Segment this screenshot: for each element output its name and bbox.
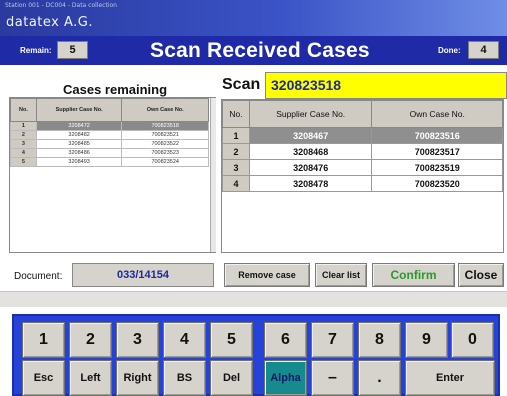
cases-remaining-panel[interactable]: No. Supplier Case No. Own Case No. 1 320… (9, 97, 216, 253)
own-case-no: 700823519 (371, 159, 503, 176)
remove-case-button[interactable]: Remove case (224, 263, 310, 287)
own-case-no: 700823516 (371, 127, 503, 144)
document-number-field: 033/14154 (72, 263, 214, 287)
own-case-no: 700823522 (121, 139, 209, 149)
enter-key[interactable]: Enter (405, 360, 495, 396)
title-bar: Station 001 - DC004 - Data collection da… (0, 0, 507, 36)
row-number: 2 (10, 130, 37, 140)
table-row[interactable]: 3 3208476 700823519 (222, 159, 503, 176)
row-number: 3 (10, 139, 37, 149)
own-case-no: 700823524 (121, 157, 209, 167)
table-header-row: No. Supplier Case No. Own Case No. (222, 100, 503, 128)
received-cases-table: No. Supplier Case No. Own Case No. 1 320… (222, 100, 503, 192)
cases-remaining-table: No. Supplier Case No. Own Case No. 1 320… (10, 98, 209, 167)
supplier-case-no: 3208478 (248, 175, 373, 192)
backspace-key[interactable]: BS (163, 360, 206, 396)
column-header-supplier: Supplier Case No. (35, 98, 123, 122)
clear-list-button[interactable]: Clear list (315, 263, 367, 287)
remain-count: 5 (57, 41, 88, 59)
column-header-own: Own Case No. (371, 100, 503, 128)
status-strip (0, 291, 507, 307)
cases-remaining-title: Cases remaining (63, 82, 168, 97)
confirm-button[interactable]: Confirm (372, 263, 455, 287)
done-label: Done: (438, 46, 461, 55)
on-screen-keypad: 1 2 3 4 5 6 7 8 9 0 Esc Left Right BS De… (12, 314, 500, 396)
own-case-no: 700823521 (121, 130, 209, 140)
supplier-case-no: 3208472 (35, 121, 123, 131)
table-row[interactable]: 1 3208472 700823518 (10, 121, 209, 131)
document-label: Document: (14, 271, 63, 282)
key-8[interactable]: 8 (358, 322, 401, 358)
key-9[interactable]: 9 (405, 322, 448, 358)
right-key[interactable]: Right (116, 360, 159, 396)
column-header-supplier: Supplier Case No. (248, 100, 373, 128)
minus-key[interactable]: – (311, 360, 354, 396)
company-name: datatex A.G. (6, 15, 93, 30)
row-number: 1 (10, 121, 37, 131)
own-case-no: 700823518 (121, 121, 209, 131)
row-number: 1 (222, 127, 250, 144)
received-cases-panel[interactable]: No. Supplier Case No. Own Case No. 1 320… (221, 99, 504, 253)
key-5[interactable]: 5 (210, 322, 253, 358)
column-header-own: Own Case No. (121, 98, 209, 122)
table-header-row: No. Supplier Case No. Own Case No. (10, 98, 209, 122)
left-table-scrollbar[interactable] (210, 98, 216, 252)
supplier-case-no: 3208467 (248, 127, 373, 144)
supplier-case-no: 3208485 (35, 139, 123, 149)
supplier-case-no: 3208493 (35, 157, 123, 167)
table-row[interactable]: 1 3208467 700823516 (222, 127, 503, 144)
key-3[interactable]: 3 (116, 322, 159, 358)
page-title: Scan Received Cases (150, 39, 370, 62)
left-key[interactable]: Left (69, 360, 112, 396)
supplier-case-no: 3208468 (248, 143, 373, 160)
key-6[interactable]: 6 (264, 322, 307, 358)
remain-label: Remain: (20, 46, 52, 55)
key-2[interactable]: 2 (69, 322, 112, 358)
supplier-case-no: 3208476 (248, 159, 373, 176)
esc-key[interactable]: Esc (22, 360, 65, 396)
supplier-case-no: 3208486 (35, 148, 123, 158)
row-number: 5 (10, 157, 37, 167)
row-number: 4 (10, 148, 37, 158)
period-key[interactable]: . (358, 360, 401, 396)
alpha-key[interactable]: Alpha (264, 360, 307, 396)
scan-input[interactable]: 320823518 (265, 72, 507, 99)
supplier-case-no: 3208482 (35, 130, 123, 140)
key-0[interactable]: 0 (451, 322, 494, 358)
key-7[interactable]: 7 (311, 322, 354, 358)
header-bar: Remain: 5 Scan Received Cases Done: 4 (0, 36, 507, 65)
delete-key[interactable]: Del (210, 360, 253, 396)
scan-label: Scan (222, 76, 261, 93)
table-row[interactable]: 4 3208486 700823523 (10, 148, 209, 158)
own-case-no: 700823520 (371, 175, 503, 192)
key-1[interactable]: 1 (22, 322, 65, 358)
row-number: 2 (222, 143, 250, 160)
table-row[interactable]: 4 3208478 700823520 (222, 175, 503, 192)
row-number: 4 (222, 175, 250, 192)
key-4[interactable]: 4 (163, 322, 206, 358)
own-case-no: 700823517 (371, 143, 503, 160)
done-count: 4 (468, 41, 499, 59)
column-header-no: No. (10, 98, 37, 122)
column-header-no: No. (222, 100, 250, 128)
own-case-no: 700823523 (121, 148, 209, 158)
table-row[interactable]: 2 3208468 700823517 (222, 143, 503, 160)
table-row[interactable]: 3 3208485 700823522 (10, 139, 209, 149)
close-button[interactable]: Close (458, 263, 504, 287)
system-info-text: Station 001 - DC004 - Data collection (5, 2, 117, 9)
table-row[interactable]: 2 3208482 700823521 (10, 130, 209, 140)
row-number: 3 (222, 159, 250, 176)
table-row[interactable]: 5 3208493 700823524 (10, 157, 209, 167)
